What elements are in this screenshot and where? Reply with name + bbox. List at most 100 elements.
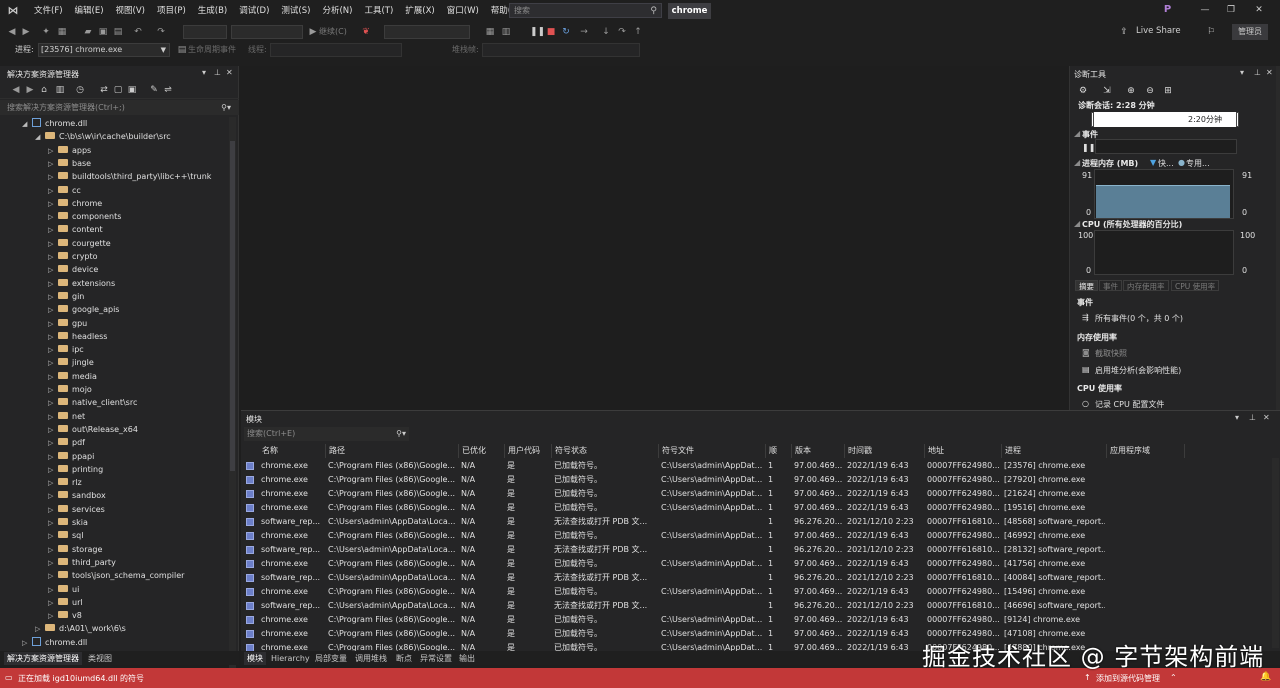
properties-icon[interactable]: ✎ xyxy=(148,84,160,96)
bottom-tab[interactable]: Hierarchy xyxy=(268,652,313,665)
debug-target-dropdown[interactable] xyxy=(384,25,470,39)
tree-item-folder[interactable]: ▷ ipc xyxy=(48,343,84,356)
tree-item-folder[interactable]: ▷ storage xyxy=(48,543,102,556)
tree-item-folder[interactable]: ▷ pdf xyxy=(48,436,85,449)
collapsed-chevron-icon[interactable]: ▷ xyxy=(48,304,58,317)
save-all-icon[interactable]: ▤ xyxy=(112,26,124,38)
panel-menu-icon[interactable]: ▾ xyxy=(202,68,206,77)
bottom-tab[interactable]: 模块 xyxy=(244,652,266,665)
tree-item-folder[interactable]: ▷ mojo xyxy=(48,383,92,396)
table-row[interactable]: chrome.exe C:\Program Files (x86)\Google.… xyxy=(241,487,1271,501)
step-into-icon[interactable]: ↓ xyxy=(600,26,612,38)
home-icon[interactable]: ⌂ xyxy=(38,84,50,96)
heap-profiling-checkbox[interactable]: 启用堆分析(会影响性能) xyxy=(1095,365,1181,376)
column-header[interactable]: 符号状态 xyxy=(552,444,659,458)
column-header[interactable]: 顺 xyxy=(766,444,792,458)
new-project-icon[interactable]: ▦ xyxy=(56,26,68,38)
table-row[interactable]: chrome.exe C:\Program Files (x86)\Google.… xyxy=(241,459,1271,473)
timeline-start-handle[interactable] xyxy=(1091,112,1094,127)
all-events-link[interactable]: 所有事件(0 个，共 0 个) xyxy=(1095,313,1183,324)
table-row[interactable]: chrome.exe C:\Program Files (x86)\Google.… xyxy=(241,613,1271,627)
zoom-out-icon[interactable]: ⊖ xyxy=(1144,85,1156,97)
column-header[interactable]: 应用程序域 xyxy=(1107,444,1185,458)
collapsed-chevron-icon[interactable]: ▷ xyxy=(48,597,58,610)
pause-icon[interactable]: ❚❚ xyxy=(530,26,545,38)
expanded-chevron-icon[interactable]: ◢ xyxy=(35,131,45,144)
close-icon[interactable]: ✕ xyxy=(1250,3,1268,17)
search-input[interactable]: 搜索 ⚲ xyxy=(509,3,662,18)
tab-summary[interactable]: 摘要 xyxy=(1075,280,1098,291)
tree-item-folder[interactable]: ▷ tools\json_schema_compiler xyxy=(48,569,184,582)
column-header[interactable]: 名称 xyxy=(259,444,326,458)
live-share-button[interactable]: Live Share xyxy=(1136,26,1181,36)
tree-item-folder[interactable]: ▷ skia xyxy=(48,516,88,529)
close-panel-icon[interactable]: ✕ xyxy=(1263,413,1270,422)
collapsed-chevron-icon[interactable]: ▷ xyxy=(48,530,58,543)
collapsed-chevron-icon[interactable]: ▷ xyxy=(48,490,58,503)
solution-search-input[interactable]: 搜索解决方案资源管理器(Ctrl+;) ⚲▾ xyxy=(0,100,239,115)
visual-studio-logo-icon[interactable]: ⋈ xyxy=(6,4,20,18)
restart-icon[interactable]: ↻ xyxy=(560,26,572,38)
menu-item[interactable]: 窗口(W) xyxy=(441,0,485,22)
modules-search-input[interactable]: 搜索(Ctrl+E) ⚲▾ xyxy=(244,427,409,441)
table-row[interactable]: software_rep... C:\Users\admin\AppData\Lo… xyxy=(241,543,1271,557)
step-out-icon[interactable]: ↑ xyxy=(632,26,644,38)
pin-icon[interactable]: ⊥ xyxy=(214,68,221,77)
tree-item-folder[interactable]: ▷ out\Release_x64 xyxy=(48,423,138,436)
settings-icon[interactable]: ⚙ xyxy=(1077,85,1089,97)
close-panel-icon[interactable]: ✕ xyxy=(226,68,233,77)
collapsed-chevron-icon[interactable]: ▷ xyxy=(48,264,58,277)
collapsed-chevron-icon[interactable]: ▷ xyxy=(48,171,58,184)
show-next-statement-icon[interactable]: → xyxy=(578,26,590,38)
table-row[interactable]: chrome.exe C:\Program Files (x86)\Google.… xyxy=(241,529,1271,543)
sync-icon[interactable]: ⇄ xyxy=(98,84,110,96)
tree-item-folder[interactable]: ▷ net xyxy=(48,410,85,423)
tab-cpu-usage[interactable]: CPU 使用率 xyxy=(1171,280,1220,291)
collapsed-chevron-icon[interactable]: ▷ xyxy=(48,291,58,304)
tab-solution-explorer[interactable]: 解决方案资源管理器 xyxy=(4,652,82,665)
continue-button[interactable]: 继续(C) xyxy=(319,26,347,37)
bottom-tab[interactable]: 异常设置 xyxy=(417,652,455,665)
profile-avatar[interactable]: P xyxy=(1161,3,1174,17)
collapsed-chevron-icon[interactable]: ▷ xyxy=(48,557,58,570)
collapsed-chevron-icon[interactable]: ▷ xyxy=(48,344,58,357)
column-header[interactable]: 符号文件 xyxy=(659,444,766,458)
solution-scrollbar-thumb[interactable] xyxy=(230,141,235,471)
memory-expander[interactable]: ◢ xyxy=(1074,158,1080,167)
take-snapshot-button[interactable]: 截取快照 xyxy=(1095,348,1127,359)
table-row[interactable]: software_rep... C:\Users\admin\AppData\Lo… xyxy=(241,515,1271,529)
zoom-in-icon[interactable]: ⊕ xyxy=(1125,85,1137,97)
table-row[interactable]: chrome.exe C:\Program Files (x86)\Google.… xyxy=(241,501,1271,515)
collapsed-chevron-icon[interactable]: ▷ xyxy=(48,464,58,477)
minimize-icon[interactable]: — xyxy=(1196,3,1214,17)
column-header[interactable]: 时间戳 xyxy=(845,444,925,458)
collapsed-chevron-icon[interactable]: ▷ xyxy=(48,610,58,623)
menu-item[interactable]: 项目(P) xyxy=(151,0,192,22)
tree-item-folder[interactable]: ▷ gpu xyxy=(48,317,87,330)
back-icon[interactable]: ◀ xyxy=(10,84,22,96)
collapsed-chevron-icon[interactable]: ▷ xyxy=(48,477,58,490)
thread-dropdown[interactable] xyxy=(270,43,402,57)
collapsed-chevron-icon[interactable]: ▷ xyxy=(48,451,58,464)
history-icon[interactable]: ◷ xyxy=(74,84,86,96)
collapsed-chevron-icon[interactable]: ▷ xyxy=(48,198,58,211)
menu-item[interactable]: 编辑(E) xyxy=(69,0,110,22)
tree-item-folder[interactable]: ▷ ui xyxy=(48,583,79,596)
open-folder-icon[interactable]: ▰ xyxy=(82,26,94,38)
platform-dropdown[interactable] xyxy=(231,25,303,39)
tree-item-folder[interactable]: ▷ courgette xyxy=(48,237,111,250)
collapsed-chevron-icon[interactable]: ▷ xyxy=(22,637,32,650)
configuration-dropdown[interactable] xyxy=(183,25,227,39)
notifications-icon[interactable]: 🔔 xyxy=(1260,672,1271,682)
tab-memory-usage[interactable]: 内存使用率 xyxy=(1123,280,1169,291)
diagnostics-scrollbar[interactable] xyxy=(1276,66,1280,410)
bottom-tab[interactable]: 局部变量 xyxy=(312,652,350,665)
reset-view-icon[interactable]: ⊞ xyxy=(1162,85,1174,97)
collapsed-chevron-icon[interactable]: ▷ xyxy=(48,251,58,264)
feedback-icon[interactable]: ⚐ xyxy=(1205,26,1217,38)
collapsed-chevron-icon[interactable]: ▷ xyxy=(48,384,58,397)
breakpoint-icon[interactable]: ▦ xyxy=(484,26,496,38)
lifecycle-events-label[interactable]: 生命周期事件 xyxy=(188,44,236,55)
timeline-ruler[interactable]: 2:20分钟 xyxy=(1092,112,1239,127)
table-row[interactable]: software_rep... C:\Users\admin\AppData\Lo… xyxy=(241,599,1271,613)
